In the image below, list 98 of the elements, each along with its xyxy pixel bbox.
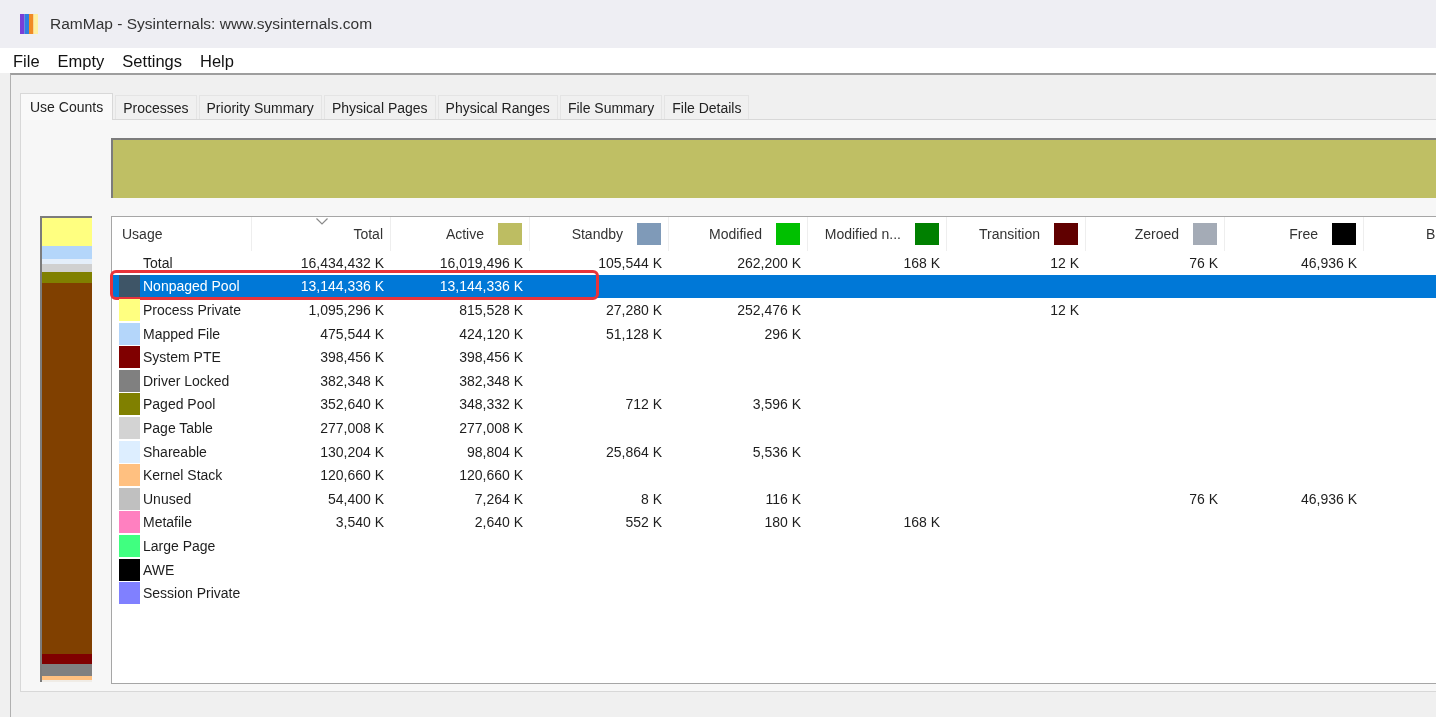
- table-cell: 12 K: [1050, 301, 1079, 319]
- tab[interactable]: Processes: [115, 95, 197, 119]
- table-cell: 116 K: [765, 489, 801, 508]
- table-row[interactable]: System PTE 398,456 K 398,456 K: [113, 345, 1436, 369]
- table-cell: 2,640 K: [474, 513, 523, 532]
- table-cell: 130,204 K: [320, 442, 384, 461]
- column-header[interactable]: Standby: [530, 217, 669, 251]
- tab[interactable]: File Summary: [559, 95, 663, 119]
- column-header[interactable]: Modified n...: [808, 217, 947, 251]
- table-cell: 424,120 K: [459, 324, 523, 343]
- table-cell: 398,456 K: [459, 348, 523, 367]
- table-cell: 277,008 K: [459, 418, 523, 437]
- table-cell: 712 K: [625, 395, 662, 414]
- tab[interactable]: Physical Ranges: [437, 95, 558, 119]
- table-cell: 98,804 K: [466, 442, 523, 461]
- table-cell: 5,536 K: [752, 442, 801, 461]
- table-cell: 76 K: [1189, 489, 1218, 508]
- table-cell: 552 K: [625, 513, 662, 532]
- table-cell: 46,936 K: [1300, 489, 1357, 508]
- table-cell: Large Page: [143, 536, 216, 555]
- table-cell: 16,019,496 K: [439, 253, 523, 272]
- table-row[interactable]: Driver Locked 382,348 K 382,348 K: [113, 368, 1436, 393]
- table-cell: 51,128 K: [605, 324, 662, 343]
- table-cell: Driver Locked: [143, 371, 230, 390]
- table-cell: 3,596 K: [752, 395, 801, 414]
- table-cell: 348,332 K: [459, 395, 523, 414]
- table-row[interactable]: Kernel Stack 120,660 K 120,660 K: [113, 463, 1436, 487]
- table-row[interactable]: Large Page: [113, 534, 1436, 558]
- table-cell: 13,144,336 K: [300, 277, 384, 296]
- menu-item[interactable]: Help: [191, 49, 243, 72]
- table-cell: 168 K: [903, 253, 940, 272]
- window-title: RamMap - Sysinternals: www.sysinternals.com: [50, 15, 373, 33]
- table-cell: 180 K: [764, 513, 801, 532]
- table-cell: 382,348 K: [459, 371, 523, 390]
- table-cell: 25,864 K: [605, 442, 662, 461]
- table-row[interactable]: Shareable 130,204 K 98,804 K 25,864 K 5,536 K: [113, 439, 1436, 464]
- table-cell: 262,200 K: [737, 253, 801, 272]
- table-cell: Unused: [143, 489, 192, 508]
- table-cell: 815,528 K: [459, 301, 523, 319]
- table-cell: Process Private: [143, 301, 242, 319]
- column-header[interactable]: Usage: [112, 217, 252, 251]
- table-row[interactable]: Page Table 277,008 K 277,008 K: [113, 416, 1436, 440]
- table-cell: 3,540 K: [335, 513, 384, 532]
- column-header[interactable]: B: [1364, 217, 1436, 251]
- table-row[interactable]: Metafile 3,540 K 2,640 K 552 K 180 K 168 K: [113, 510, 1436, 535]
- table-cell: 120,660 K: [320, 466, 384, 485]
- table-cell: Session Private: [143, 584, 241, 603]
- table-cell: 8 K: [641, 489, 662, 508]
- menu-item[interactable]: File: [4, 49, 49, 72]
- table-cell: 277,008 K: [320, 418, 384, 437]
- table-cell: 382,348 K: [320, 371, 384, 390]
- table-cell: 105,544 K: [598, 253, 662, 272]
- table-cell: Paged Pool: [143, 395, 216, 414]
- menu-item[interactable]: Settings: [113, 49, 191, 72]
- column-header[interactable]: Total: [252, 217, 391, 251]
- table-cell: 76 K: [1189, 253, 1218, 272]
- table-row[interactable]: AWE: [113, 557, 1436, 582]
- column-header[interactable]: Transition: [947, 217, 1086, 251]
- table-cell: 46,936 K: [1300, 253, 1357, 272]
- table-cell: 352,640 K: [320, 395, 384, 414]
- tab[interactable]: Priority Summary: [198, 95, 322, 119]
- table-cell: System PTE: [143, 348, 221, 367]
- app-icon: [20, 14, 38, 34]
- table-row[interactable]: Session Private: [113, 581, 1436, 605]
- table-cell: 168 K: [903, 513, 940, 532]
- tab[interactable]: Physical Pages: [323, 95, 436, 119]
- table-cell: Metafile: [143, 513, 193, 532]
- table-cell: Page Table: [143, 418, 213, 437]
- table-cell: 27,280 K: [605, 301, 662, 319]
- tab[interactable]: File Details: [664, 95, 750, 119]
- table-row[interactable]: Total 16,434,432 K 16,019,496 K 105,544 K 262,200 K 168 K 12 K 76 K 46,936 K: [113, 251, 1436, 275]
- table-cell: Shareable: [143, 442, 207, 461]
- table-cell: 7,264 K: [474, 489, 523, 508]
- table-cell: 1,095,296 K: [308, 301, 384, 319]
- table-cell: 13,144,336 K: [439, 277, 523, 296]
- table-row[interactable]: Paged Pool 352,640 K 348,332 K 712 K 3,596 K: [113, 392, 1436, 417]
- column-header[interactable]: Zeroed: [1086, 217, 1225, 251]
- column-header[interactable]: Active: [391, 217, 530, 251]
- table-cell: 12 K: [1050, 253, 1079, 272]
- table-cell: 296 K: [764, 324, 801, 343]
- table-cell: 54,400 K: [327, 489, 384, 508]
- table-row[interactable]: Mapped File 475,544 K 424,120 K 51,128 K 296 K: [113, 321, 1436, 346]
- table-cell: 120,660 K: [459, 466, 523, 485]
- table-row[interactable]: Unused 54,400 K 7,264 K 8 K 116 K 76 K 46,936 K: [113, 486, 1436, 511]
- table-row[interactable]: Process Private 1,095,296 K 815,528 K 27,280 K 252,476 K 12 K: [113, 298, 1436, 322]
- table-cell: AWE: [143, 560, 175, 579]
- table-cell: 475,544 K: [320, 324, 384, 343]
- table-cell: Nonpaged Pool: [143, 277, 240, 296]
- table-cell: Kernel Stack: [143, 466, 223, 485]
- table-cell: Total: [143, 253, 173, 272]
- table-cell: 16,434,432 K: [300, 253, 384, 272]
- tab[interactable]: Use Counts: [20, 93, 114, 120]
- column-header[interactable]: Modified: [669, 217, 808, 251]
- table-cell: 398,456 K: [320, 348, 384, 367]
- menu-item[interactable]: Empty: [48, 49, 114, 72]
- column-header[interactable]: Free: [1225, 217, 1364, 251]
- table-cell: Mapped File: [143, 324, 221, 343]
- table-cell: 252,476 K: [737, 301, 801, 319]
